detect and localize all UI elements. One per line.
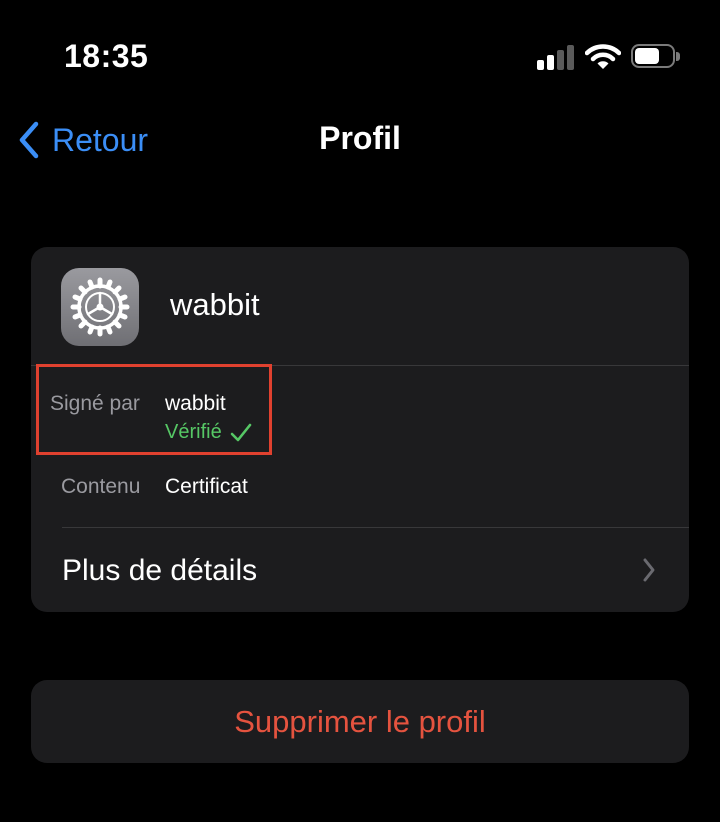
chevron-right-icon bbox=[643, 558, 655, 582]
delete-profile-label: Supprimer le profil bbox=[234, 703, 486, 739]
verified-status: Vérifié bbox=[165, 421, 252, 444]
status-time: 18:35 bbox=[64, 38, 149, 74]
battery-icon bbox=[631, 44, 680, 70]
navigation-bar: Retour Profil bbox=[0, 110, 720, 170]
checkmark-icon bbox=[230, 423, 252, 441]
settings-gear-icon bbox=[61, 268, 139, 346]
wifi-icon bbox=[585, 44, 621, 69]
verified-label: Vérifié bbox=[165, 421, 222, 443]
status-bar: 18:35 bbox=[0, 0, 720, 110]
signed-by-value: wabbit bbox=[165, 392, 226, 415]
delete-profile-button[interactable]: Supprimer le profil bbox=[31, 680, 689, 763]
more-details-row[interactable]: Plus de détails bbox=[31, 528, 689, 612]
content-value: Certificat bbox=[165, 475, 248, 498]
page-title: Profil bbox=[319, 120, 401, 156]
profile-name: wabbit bbox=[170, 287, 260, 322]
content-label: Contenu bbox=[61, 475, 141, 498]
cellular-signal-icon bbox=[537, 44, 575, 70]
profile-card: wabbit Signé par wabbit Vérifié Contenu … bbox=[31, 247, 689, 612]
signed-by-label: Signé par bbox=[50, 392, 140, 415]
more-details-label: Plus de détails bbox=[62, 554, 258, 587]
